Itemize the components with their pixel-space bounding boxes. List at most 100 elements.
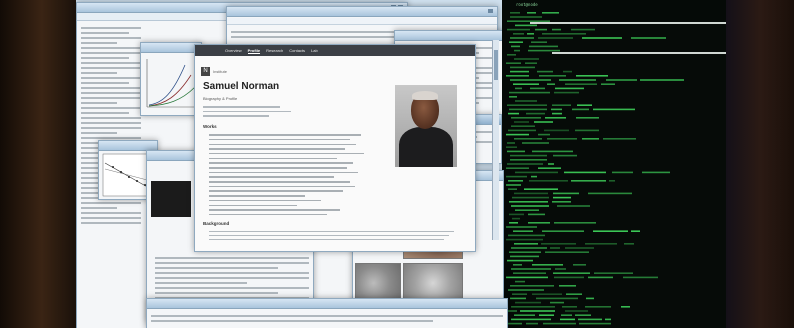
terminal-code-line	[506, 238, 543, 241]
terminal-code-line	[510, 297, 526, 300]
terminal-code-line	[506, 75, 529, 77]
terminal-code-line	[573, 264, 586, 266]
terminal-code-line	[577, 104, 592, 106]
background-text	[209, 228, 459, 243]
terminal-code-line	[528, 213, 545, 216]
window-titlebar[interactable]	[141, 43, 201, 53]
address-bar[interactable]	[227, 18, 497, 25]
terminal-code-line	[526, 112, 545, 115]
terminal-code-line	[542, 230, 584, 232]
terminal-code-line	[511, 318, 551, 321]
terminal-code-line	[513, 33, 524, 35]
terminal-code-line	[511, 125, 535, 127]
terminal-code-line	[588, 192, 632, 195]
terminal-code-line	[513, 230, 533, 232]
terminal-code-line	[555, 87, 584, 90]
chart-window[interactable]	[140, 42, 202, 116]
terminal-code-line	[631, 37, 666, 39]
terminal-code-line	[512, 217, 520, 220]
terminal-code-line	[532, 293, 562, 295]
terminal-code-line	[508, 129, 536, 132]
monitor-bezel-right	[726, 0, 794, 328]
terminal-code-line	[551, 108, 562, 111]
terminal-code-line	[513, 272, 546, 274]
terminal-code-line	[508, 188, 517, 190]
terminal-code-line	[511, 247, 547, 249]
close-icon[interactable]	[488, 9, 493, 13]
terminal-code-line	[552, 28, 561, 31]
terminal-code-line	[550, 301, 564, 304]
terminal-code-line	[514, 192, 548, 195]
terminal-code-line	[536, 297, 578, 300]
terminal-code-line	[585, 243, 617, 245]
nav-item[interactable]: Overview	[225, 48, 242, 53]
terminal-code-line	[552, 112, 562, 115]
terminal-code-line	[560, 318, 575, 321]
terminal-code-line	[510, 12, 520, 14]
terminal-code-line	[565, 83, 597, 85]
terminal-code-line	[510, 154, 547, 157]
terminal-code-line	[509, 96, 517, 98]
thumbnail-image[interactable]	[151, 181, 191, 217]
terminal-code-line	[506, 167, 529, 169]
taskbar-window-strip[interactable]	[146, 298, 508, 328]
terminal-code-line	[507, 150, 525, 153]
terminal-code-line	[531, 175, 537, 178]
terminal-code-line	[557, 205, 590, 207]
profile-subtitle: Biography & Profile	[203, 96, 238, 101]
terminal-code-line	[511, 306, 555, 308]
monitor-bezel-left	[0, 0, 76, 328]
profile-photo[interactable]	[395, 85, 457, 167]
terminal-code-line	[508, 180, 523, 182]
terminal-code-line	[509, 213, 524, 216]
terminal-code-line	[623, 276, 658, 279]
terminal-code-line	[510, 255, 539, 258]
terminal-code-line	[524, 188, 558, 190]
terminal-code-line	[512, 293, 527, 295]
nav-item[interactable]: Research	[266, 48, 283, 53]
terminal-code-line	[529, 45, 558, 48]
terminal-code-line	[586, 297, 594, 300]
window-titlebar[interactable]	[395, 31, 503, 41]
terminal-code-line	[640, 79, 684, 81]
terminal-code-line	[510, 16, 542, 18]
terminal-code-line	[507, 20, 550, 22]
terminal-code-line	[534, 121, 553, 123]
micrograph-image-3[interactable]	[355, 263, 401, 303]
terminal-code-line	[515, 280, 525, 283]
terminal-code-line	[506, 226, 537, 228]
nav-item-active[interactable]: Profile	[247, 48, 261, 54]
nav-item[interactable]: Lab	[311, 48, 318, 53]
terminal-code-line	[530, 87, 545, 90]
terminal-code-line	[609, 180, 615, 182]
terminal-code-line	[511, 117, 541, 119]
window-titlebar[interactable]	[147, 299, 507, 309]
terminal-code-line	[538, 167, 561, 169]
terminal-code-line	[642, 171, 670, 174]
scrollbar-thumb[interactable]	[494, 50, 498, 80]
profile-name: Samuel Norman	[203, 81, 280, 92]
terminal-code-line	[531, 41, 547, 43]
terminal-code-line	[513, 264, 522, 266]
terminal-code-line	[515, 87, 522, 90]
terminal-code-line	[509, 251, 541, 253]
terminal-code-line	[576, 75, 608, 77]
terminal-code-line	[511, 205, 549, 207]
terminal-code-line	[528, 222, 550, 224]
window-titlebar[interactable]	[227, 7, 497, 17]
terminal-code-line	[562, 306, 577, 308]
terminal-code-line	[563, 70, 572, 73]
terminal-window[interactable]: root@node	[502, 0, 726, 328]
terminal-code-line	[528, 49, 560, 52]
terminal-code-line	[565, 310, 588, 312]
terminal-code-line	[506, 133, 529, 136]
scrollbar[interactable]	[492, 40, 499, 240]
nav-item[interactable]: Contacts	[289, 48, 305, 53]
micrograph-image-4[interactable]	[403, 263, 463, 303]
terminal-code-line	[552, 104, 571, 106]
profile-window[interactable]: Overview Profile Research Contacts Lab N…	[194, 44, 476, 252]
terminal-code-line	[508, 234, 545, 237]
terminal-code-line	[506, 184, 521, 186]
terminal-code-line	[509, 222, 518, 224]
terminal-code-line	[576, 117, 599, 119]
